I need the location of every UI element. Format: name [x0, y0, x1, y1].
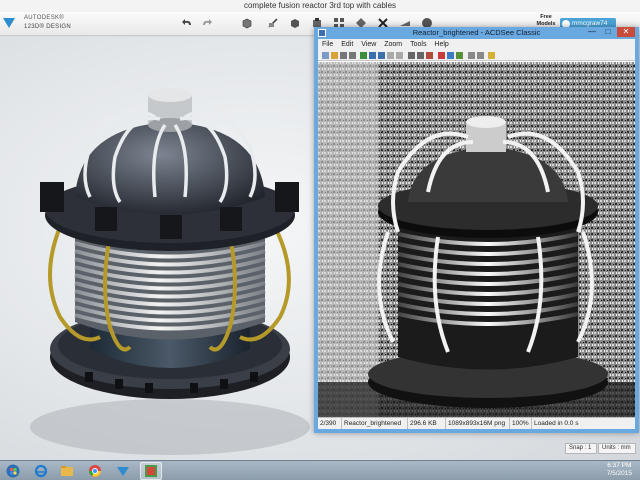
- acdsee-app-icon: [318, 29, 326, 37]
- zoom-out-icon[interactable]: [378, 52, 385, 59]
- brand-line2: 123D® DESIGN: [24, 24, 72, 30]
- help-icon[interactable]: [488, 52, 495, 59]
- acdsee-title: Reactor_brightened - ACDSee Classic: [412, 28, 541, 37]
- rotate-right-icon[interactable]: [417, 52, 424, 59]
- status-index: 2/390: [318, 418, 342, 429]
- slideshow-icon[interactable]: [426, 52, 433, 59]
- snap-status[interactable]: Snap : 1: [565, 443, 597, 454]
- app-brand: AUTODESK® 123D® DESIGN: [24, 14, 104, 34]
- acdsee-statusbar: 2/390 Reactor_brightened 296.6 KB 1089x8…: [318, 417, 635, 429]
- windows-taskbar: 6:37 PM 7/5/2015: [0, 460, 640, 480]
- menu-help[interactable]: Help: [434, 41, 448, 48]
- reactor-photo: [318, 62, 635, 417]
- refresh-icon[interactable]: [360, 52, 367, 59]
- menu-view[interactable]: View: [361, 41, 376, 48]
- free-models-label[interactable]: Free Models: [536, 14, 556, 28]
- start-orb-icon[interactable]: [2, 462, 24, 480]
- clock-date: 7/5/2015: [606, 470, 632, 477]
- menu-zoom[interactable]: Zoom: [384, 41, 402, 48]
- actual-size-icon[interactable]: [396, 52, 403, 59]
- primitives-icon[interactable]: [240, 16, 254, 30]
- acdsee-titlebar[interactable]: Reactor_brightened - ACDSee Classic — □ …: [314, 27, 639, 39]
- next-icon[interactable]: [349, 52, 356, 59]
- brand-line1: AUTODESK®: [24, 15, 65, 21]
- maximize-icon[interactable]: □: [601, 27, 615, 37]
- edit-icon[interactable]: [456, 52, 463, 59]
- menu-icon[interactable]: [2, 14, 16, 34]
- system-clock[interactable]: 6:37 PM 7/5/2015: [607, 462, 632, 478]
- menu-edit[interactable]: Edit: [341, 41, 353, 48]
- menu-file[interactable]: File: [322, 41, 333, 48]
- acdsee-menubar: File Edit View Zoom Tools Help: [318, 39, 635, 50]
- open-icon[interactable]: [331, 52, 338, 59]
- menu-tools[interactable]: Tools: [410, 41, 426, 48]
- properties-icon[interactable]: [447, 52, 454, 59]
- rotate-left-icon[interactable]: [408, 52, 415, 59]
- username: mmcgraw74: [572, 20, 608, 27]
- status-dimensions: 1089x893x16M png: [446, 418, 510, 429]
- undo-icon[interactable]: [180, 16, 194, 30]
- browse-icon[interactable]: [322, 52, 329, 59]
- clock-time: 6:37 PM: [607, 462, 632, 469]
- reactor-3d-model[interactable]: [20, 87, 320, 460]
- file-explorer-icon[interactable]: [56, 462, 78, 480]
- photo-view[interactable]: [318, 62, 635, 417]
- delete-image-icon[interactable]: [438, 52, 445, 59]
- email-icon[interactable]: [477, 52, 484, 59]
- window-title: complete fusion reactor 3rd top with cab…: [0, 0, 640, 12]
- status-filename: Reactor_brightened: [342, 418, 408, 429]
- acdsee-taskbar-icon[interactable]: [140, 462, 162, 480]
- internet-explorer-icon[interactable]: [30, 462, 52, 480]
- status-zoom: 100%: [510, 418, 532, 429]
- 123d-design-taskbar-icon[interactable]: [112, 462, 134, 480]
- redo-icon[interactable]: [200, 16, 214, 30]
- acdsee-window: Reactor_brightened - ACDSee Classic — □ …: [314, 27, 639, 433]
- construct-icon[interactable]: [288, 16, 302, 30]
- prev-icon[interactable]: [340, 52, 347, 59]
- chrome-icon[interactable]: [84, 462, 106, 480]
- status-filesize: 296.6 KB: [408, 418, 446, 429]
- close-icon[interactable]: ✕: [617, 27, 635, 37]
- minimize-icon[interactable]: —: [585, 27, 599, 37]
- fit-icon[interactable]: [387, 52, 394, 59]
- sketch-icon[interactable]: [266, 16, 280, 30]
- print-icon[interactable]: [468, 52, 475, 59]
- units-status[interactable]: Units : mm: [598, 443, 636, 454]
- status-load: Loaded in 0.0 s: [534, 420, 579, 427]
- acdsee-toolbar: [318, 50, 635, 61]
- zoom-in-icon[interactable]: [369, 52, 376, 59]
